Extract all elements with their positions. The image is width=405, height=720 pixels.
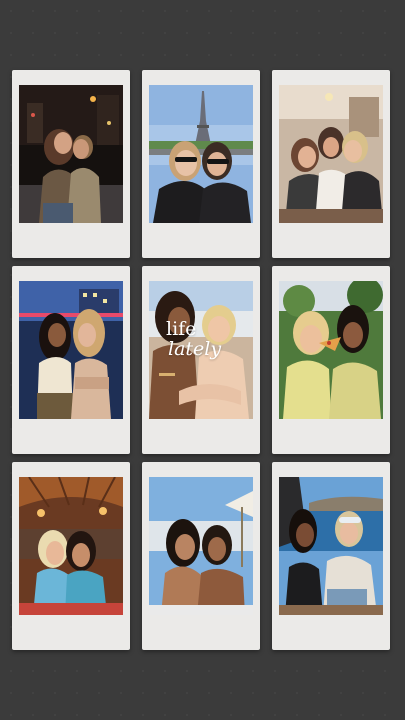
polaroid-card-9 [272, 462, 390, 650]
polaroid-card-5: life lately [142, 266, 260, 454]
polaroid-card-7 [12, 462, 130, 650]
polaroid-card-3 [272, 70, 390, 258]
photo-indoor-group-hug [279, 85, 383, 223]
photo-pool-sunshade-friends [149, 477, 253, 615]
photo-pizza-bite-outdoors [279, 281, 383, 419]
collage-title-line-2: lately [168, 338, 222, 360]
photo-night-rooftop-friends [19, 281, 123, 419]
polaroid-card-4 [12, 266, 130, 454]
collage-title-line-1: life [166, 318, 197, 340]
photo-boat-sea-friends [279, 477, 383, 615]
photo-night-city-hug [19, 85, 123, 223]
photo-tiki-bar-friends [19, 477, 123, 615]
polaroid-card-2 [142, 70, 260, 258]
photo-eiffel-tower-selfie [149, 85, 253, 223]
collage-title-text: life lately [166, 319, 236, 359]
polaroid-card-8 [142, 462, 260, 650]
polaroid-card-6 [272, 266, 390, 454]
polaroid-card-1 [12, 70, 130, 258]
